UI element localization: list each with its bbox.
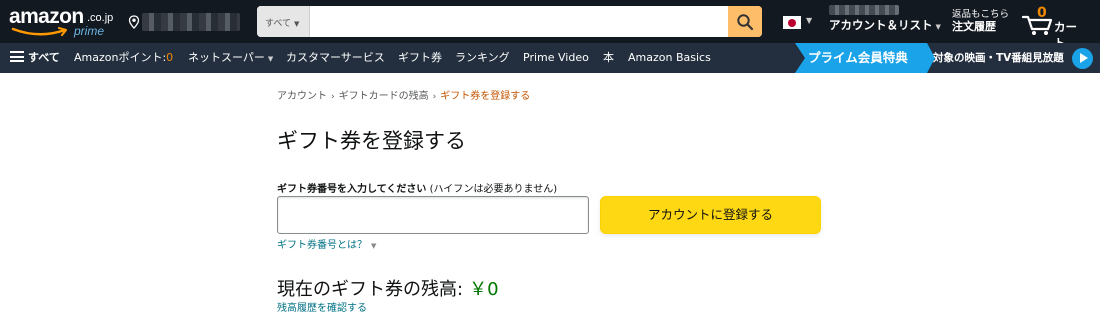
nav-item-amazon-basics[interactable]: Amazon Basics (628, 43, 711, 73)
all-menu-button[interactable]: すべて (10, 43, 60, 73)
search-input[interactable] (310, 6, 728, 37)
amazon-logo[interactable]: amazon .co.jp prime (9, 6, 119, 40)
chevron-down-icon: ▼ (806, 16, 813, 25)
smile-arrow-icon (11, 26, 68, 37)
register-to-account-button[interactable]: アカウントに登録する (600, 196, 821, 234)
japan-flag-icon[interactable] (783, 16, 801, 29)
nav-item-label: ネットスーパー (188, 51, 265, 64)
prime-benefits-banner[interactable]: プライム会員特典 (808, 43, 908, 73)
orders-label: 注文履歴 (952, 20, 996, 33)
chevron-down-icon: ▼ (371, 242, 377, 250)
search-icon (737, 13, 754, 30)
gift-code-input[interactable] (277, 196, 589, 234)
prime-video-promo[interactable]: 対象の映画・TV番組見放題 (933, 43, 1064, 73)
account-lists-menu[interactable]: アカウント＆リスト ▼ (829, 17, 941, 33)
returns-orders-link[interactable]: 返品もこちら 注文履歴 (952, 9, 1009, 33)
nav-item-ranking[interactable]: ランキング (455, 43, 510, 73)
breadcrumb-separator: › (432, 92, 437, 102)
all-menu-label: すべて (28, 51, 60, 64)
breadcrumb: アカウント › ギフトカードの残高 › ギフト券を登録する (277, 87, 530, 102)
chevron-down-icon: ▼ (935, 23, 941, 31)
chevron-down-icon: ▼ (267, 55, 274, 63)
gift-code-label-main: ギフト券番号を入力してください (277, 184, 427, 195)
breadcrumb-current: ギフト券を登録する (440, 91, 531, 102)
nav-item-points[interactable]: Amazonポイント:0 (74, 43, 173, 73)
points-value: 0 (166, 51, 174, 64)
location-pin-icon (128, 15, 140, 29)
delivery-location[interactable] (128, 10, 240, 34)
nav-item-gift-card[interactable]: ギフト券 (398, 43, 442, 73)
page-title: ギフト券を登録する (277, 129, 466, 153)
chevron-down-icon: ▼ (294, 20, 300, 28)
hamburger-icon (10, 51, 24, 62)
nav-item-net-super[interactable]: ネットスーパー ▼ (188, 43, 273, 73)
gift-balance: 現在のギフト券の残高: ￥0 (277, 275, 499, 301)
logo-tld: .co.jp (87, 12, 114, 24)
nav-item-prime-video[interactable]: Prime Video (523, 43, 589, 73)
search-category-label: すべて (265, 19, 292, 29)
search-bar: すべて ▼ (257, 6, 762, 37)
gift-code-help-label: ギフト券番号とは？ (277, 240, 367, 251)
breadcrumb-separator: › (331, 92, 335, 102)
top-header: amazon .co.jp prime すべて▼ ▼ アカウント＆リスト▼ (0, 0, 1100, 50)
search-button[interactable] (728, 6, 762, 37)
gift-code-label: ギフト券番号を入力してください (ハイフンは必要ありません) (277, 180, 557, 195)
breadcrumb-gift-balance[interactable]: ギフトカードの残高 (339, 91, 429, 102)
cart-icon (1022, 15, 1053, 35)
account-lists-label: アカウント＆リスト (829, 18, 933, 32)
logo-prime: prime (74, 24, 105, 38)
logo-wordmark: amazon (9, 5, 84, 28)
redacted-account-name (829, 5, 899, 15)
balance-amount: ￥0 (469, 279, 499, 300)
search-category-select[interactable]: すべて ▼ (257, 6, 310, 37)
cart-button[interactable]: 0 カート (1022, 5, 1088, 50)
balance-history-link[interactable]: 残高履歴を確認する (277, 299, 367, 314)
nav-item-books[interactable]: 本 (603, 43, 614, 73)
gift-code-help-link[interactable]: ギフト券番号とは？ ▼ (277, 236, 376, 251)
breadcrumb-account[interactable]: アカウント (277, 91, 327, 102)
play-icon[interactable] (1072, 48, 1093, 69)
points-label: Amazonポイント: (74, 51, 167, 64)
gift-code-label-note: (ハイフンは必要ありません) (429, 184, 558, 195)
redacted-address (142, 13, 240, 31)
balance-label: 現在のギフト券の残高: (277, 279, 464, 300)
nav-item-customer-service[interactable]: カスタマーサービス (286, 43, 385, 73)
